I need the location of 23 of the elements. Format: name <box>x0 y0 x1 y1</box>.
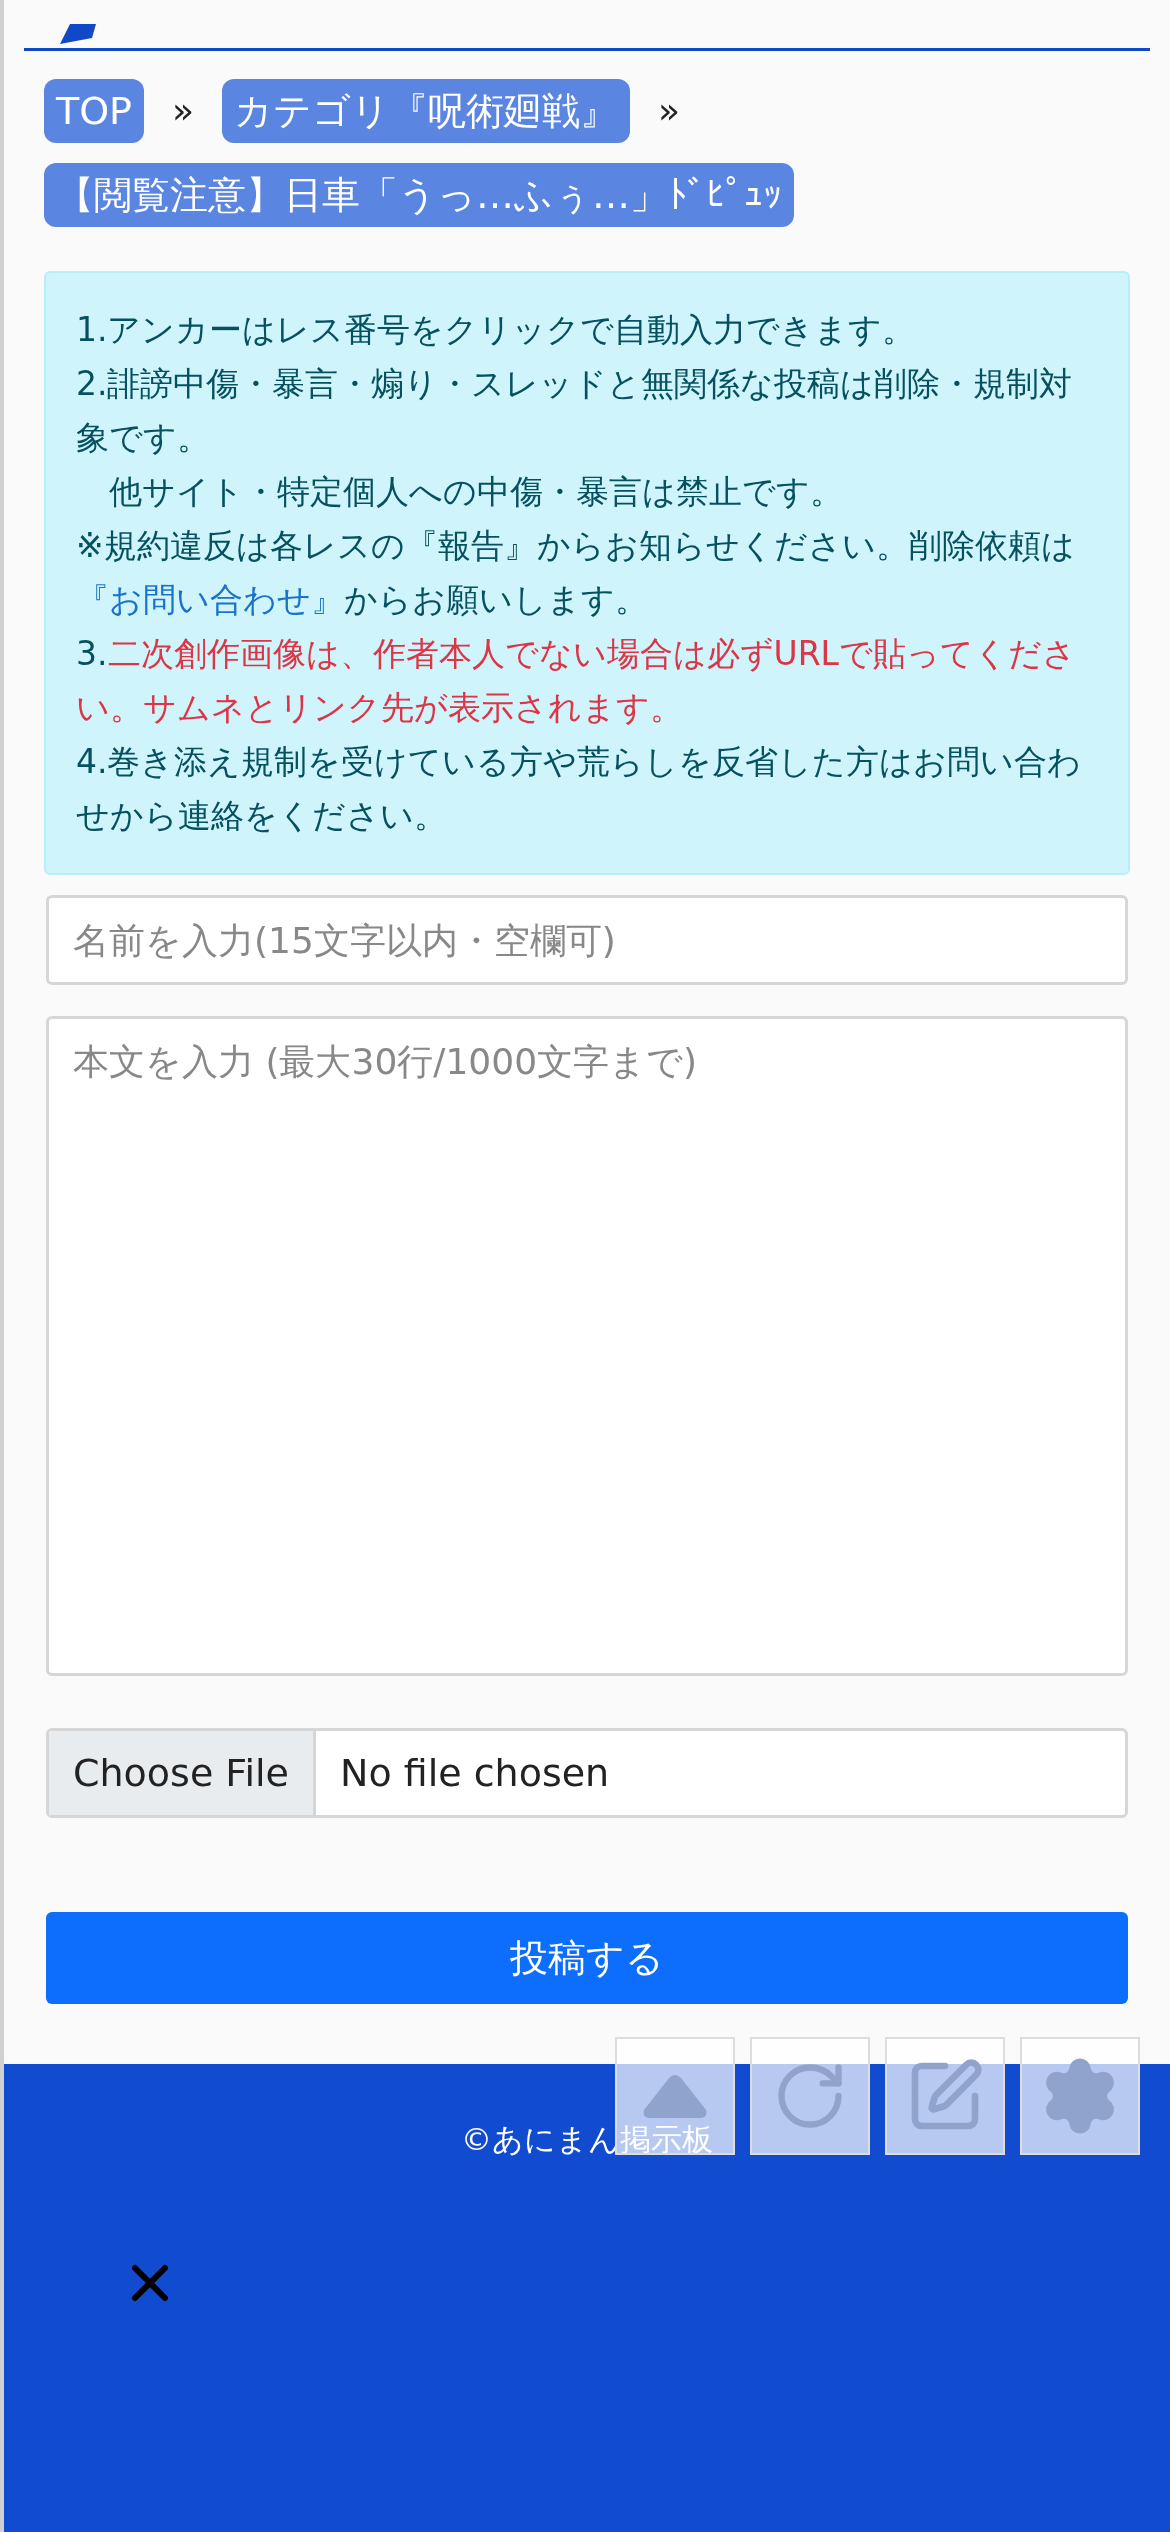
triangle-up-icon <box>642 2074 708 2118</box>
notice-text: ※規約違反は各レスの『報告』からお知らせください。削除依頼は 『お問い合わせ』からお願いします。 <box>76 525 1076 621</box>
name-field[interactable]: 名前を入力(15文字以内・空欄可) <box>46 895 1128 985</box>
breadcrumb-link[interactable]: 【閲覧注意】日車「うっ…ふぅ…」ﾄﾞﾋﾟｭｯ <box>44 163 794 227</box>
close-icon[interactable] <box>130 2262 170 2303</box>
file-input[interactable]: Choose File No file chosen <box>46 1728 1128 1818</box>
notice-text: 2.誹謗中傷・暴言・煽り・スレッドと無関係な投稿は削除・規制対象です。 <box>76 363 1074 459</box>
notice-text: 1.アンカーはレス番号をクリックで自動入力できます。 <box>76 309 917 351</box>
settings-button[interactable] <box>1020 2037 1140 2155</box>
notice-text: 3.二次創作画像は、作者本人でない場合は必ずURLで貼ってください。サムネとリンク先が表示されます。 <box>76 633 1077 729</box>
compose-button[interactable] <box>885 2037 1005 2155</box>
choose-file-button[interactable]: Choose File <box>49 1731 316 1815</box>
breadcrumb-separator: » <box>172 89 195 133</box>
file-status: No file chosen <box>338 1749 611 1797</box>
contact-link[interactable]: 『お問い合わせ』 <box>76 580 344 619</box>
reload-button[interactable] <box>750 2037 870 2155</box>
body-field[interactable]: 本文を入力 (最大30行/1000文字まで) <box>46 1016 1128 1676</box>
breadcrumb-separator: » <box>658 89 681 133</box>
notice-text: 他サイト・特定個人への中傷・暴言は禁止です。 <box>108 471 844 513</box>
notice-text: 4.巻き添え規制を受けている方や荒らしを反省した方はお問い合わせから連絡をください。 <box>76 741 1083 837</box>
breadcrumb-link[interactable]: TOP <box>44 79 145 143</box>
submit-button[interactable]: 投稿する <box>46 1912 1128 2004</box>
breadcrumb-link[interactable]: カテゴリ『呪術廻戦』 <box>222 79 631 143</box>
